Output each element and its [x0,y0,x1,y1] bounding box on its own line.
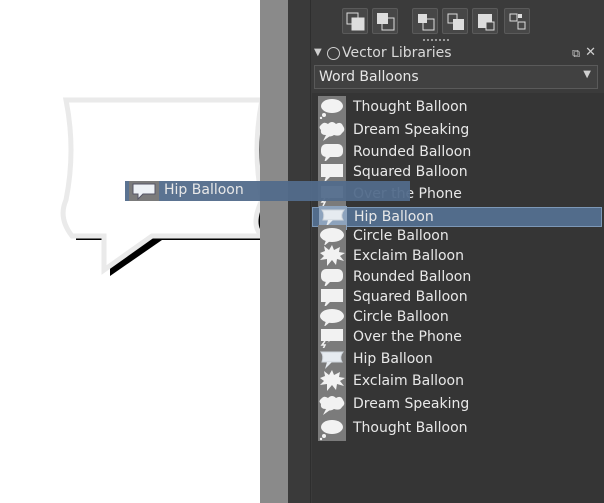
send-to-back-icon [377,13,395,31]
raise-icon [418,14,435,31]
hip-balloon-shape[interactable] [0,0,260,300]
list-item[interactable]: Circle Balloon [312,225,602,249]
ungroup-button[interactable] [504,8,530,34]
library-select-value: Word Balloons [319,69,419,85]
drawing-canvas[interactable] [0,0,260,503]
dream-balloon-icon [318,119,346,143]
lower-icon [447,13,464,30]
list-item-label: Squared Balloon [353,164,468,180]
thought-balloon-icon [318,417,346,441]
thought-balloon-icon [318,96,346,120]
list-item[interactable]: Dream Speaking [312,119,602,143]
list-item[interactable]: Thought Balloon [312,96,602,120]
list-item-label: Dream Speaking [353,122,470,138]
list-item[interactable]: Squared Balloon [312,286,602,310]
panel-title: Vector Libraries [342,45,452,61]
list-item-label: Over the Phone [353,329,462,345]
list-item-label: Rounded Balloon [353,144,472,160]
library-select[interactable]: Word Balloons ▼ [314,65,598,89]
list-item-label: Thought Balloon [353,420,468,436]
hip-balloon-icon [129,181,159,201]
list-item[interactable]: Hip Balloon [312,206,602,230]
list-item[interactable]: Hip Balloon [312,348,602,372]
list-item-label: Hip Balloon [354,209,434,225]
drag-handle-dots[interactable] [423,38,453,42]
list-item[interactable]: Over the Phone [312,326,602,350]
group-button[interactable] [472,8,498,34]
phone-balloon-icon [318,326,346,350]
vector-libraries-dock: ▼ Vector Libraries ⧉ ✕ Word Balloons ▼ T… [288,0,604,503]
list-item[interactable]: Thought Balloon [312,417,602,441]
list-item-label: Circle Balloon [353,309,449,325]
chevron-down-icon: ▼ [583,69,591,80]
list-item[interactable]: Rounded Balloon [312,141,602,165]
drag-preview-label: Hip Balloon [164,182,244,198]
close-panel-icon[interactable]: ✕ [585,45,596,60]
bring-to-front-icon [346,12,365,31]
list-item-label: Exclaim Balloon [353,373,464,389]
group-icon [478,14,495,31]
list-item-label: Dream Speaking [353,396,470,412]
list-item-label: Exclaim Balloon [353,248,464,264]
vector-library-icon [327,47,340,60]
drag-preview: Hip Balloon [125,181,410,201]
list-item[interactable]: Exclaim Balloon [312,370,602,394]
list-item[interactable]: Dream Speaking [312,393,602,417]
list-item-label: Hip Balloon [353,351,433,367]
collapse-arrow-icon[interactable]: ▼ [314,47,322,58]
lower-button[interactable] [442,8,468,34]
list-item[interactable]: Rounded Balloon [312,266,602,290]
hip-balloon-icon [318,348,346,372]
list-item-label: Squared Balloon [353,289,468,305]
list-item[interactable]: Circle Balloon [312,306,602,330]
list-item-label: Thought Balloon [353,99,468,115]
list-item[interactable]: Squared Balloon [312,161,602,185]
ungroup-icon [509,13,526,30]
dream-balloon-icon [318,393,346,417]
balloon-list[interactable]: Thought Balloon Dream Speaking Rounded Bal… [312,93,604,503]
float-panel-icon[interactable]: ⧉ [572,47,580,61]
bring-to-front-button[interactable] [342,8,368,34]
list-item[interactable]: Exclaim Balloon [312,245,602,269]
panel-header: ▼ Vector Libraries ⧉ ✕ [314,45,600,63]
list-item-label: Circle Balloon [353,228,449,244]
dock-side-strip [288,0,311,503]
raise-button[interactable] [412,8,438,34]
panel-divider[interactable] [260,0,304,503]
list-item-label: Rounded Balloon [353,269,472,285]
send-to-back-button[interactable] [372,8,398,34]
exclaim-balloon-icon [318,370,346,394]
